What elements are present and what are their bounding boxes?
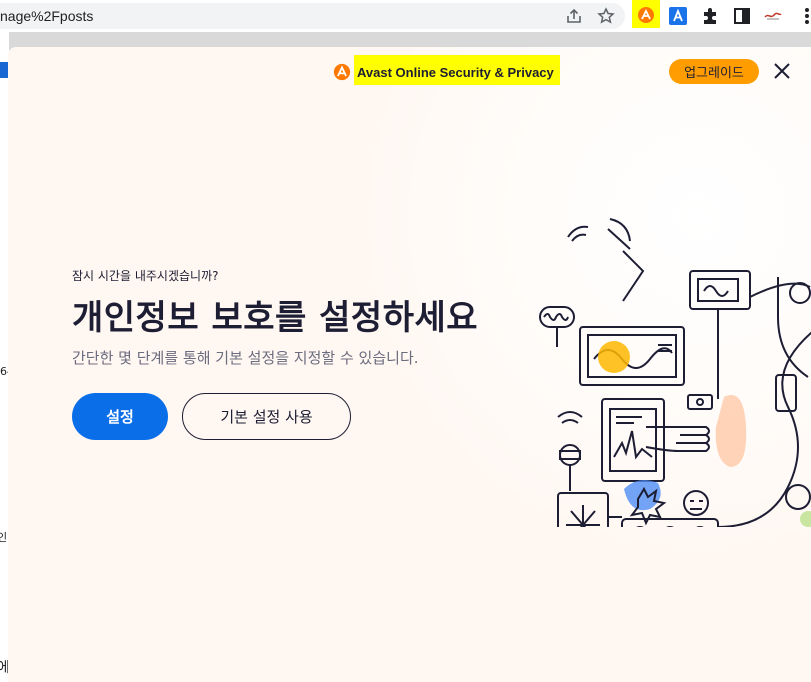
- star-icon[interactable]: [597, 7, 615, 25]
- share-icon[interactable]: [565, 7, 583, 25]
- setup-button[interactable]: 설정: [72, 393, 168, 440]
- privacy-machine-illustration: [539, 218, 811, 527]
- upgrade-button[interactable]: 업그레이드: [669, 59, 759, 84]
- address-bar[interactable]: nage%2Fposts: [0, 3, 625, 29]
- underlying-page-blue-tab: [0, 62, 8, 78]
- underlying-page-text: 인: [0, 531, 8, 544]
- translate-extension-icon[interactable]: [668, 6, 688, 26]
- avast-onboarding-popup: Avast Online Security & Privacy 업그레이드 잠시…: [8, 47, 811, 682]
- use-default-settings-button[interactable]: 기본 설정 사용: [182, 393, 351, 440]
- popup-subtitle: 잠시 시간을 내주시겠습니까?: [72, 269, 219, 283]
- avast-logo-icon: [333, 63, 351, 81]
- brand-header: Avast Online Security & Privacy: [333, 61, 554, 83]
- menu-kebab-icon[interactable]: [797, 6, 811, 26]
- brand-name: Avast Online Security & Privacy: [357, 64, 554, 80]
- extensions-puzzle-icon[interactable]: [700, 6, 720, 26]
- profile-extension-icon[interactable]: [763, 6, 783, 26]
- popup-description: 간단한 몇 단계를 통해 기본 설정을 지정할 수 있습니다.: [72, 349, 419, 367]
- browser-toolbar: nage%2Fposts: [0, 0, 811, 32]
- close-icon[interactable]: [772, 61, 792, 81]
- avast-extension-icon[interactable]: [636, 5, 656, 25]
- address-bar-url[interactable]: nage%2Fposts: [0, 8, 93, 24]
- side-panel-icon[interactable]: [732, 6, 752, 26]
- popup-title: 개인정보 보호를 설정하세요: [72, 298, 479, 338]
